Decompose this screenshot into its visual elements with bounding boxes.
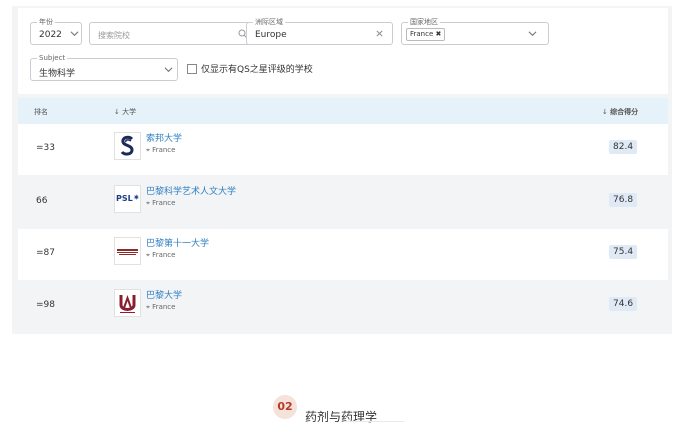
continent-value: Europe: [255, 30, 287, 40]
subject-value: 生物科学: [39, 69, 76, 79]
psl-logo: PSL ✷: [114, 185, 141, 213]
chevron-down-icon: [70, 29, 79, 41]
qs-stars-label: 仅显示有QS之星评级的学校: [201, 65, 313, 75]
paris-sud-logo: [114, 237, 141, 265]
country-chip[interactable]: France ✖: [406, 28, 446, 41]
psl-logo-text: PSL: [116, 194, 133, 203]
location: ⌖ France: [146, 146, 176, 154]
score-badge: 75.4: [609, 245, 638, 259]
star-icon: ✷: [133, 193, 140, 202]
score-badge: 82.4: [609, 140, 638, 154]
filter-bar: 年份 2022 搜索院校 洲际区域 Europe 国家地区 France ✖ S…: [18, 8, 668, 94]
rank-value: =98: [36, 300, 55, 310]
rank-column-header[interactable]: 排名: [34, 107, 48, 117]
section-underline: [344, 421, 404, 422]
university-column-header[interactable]: ↓ 大学: [114, 107, 136, 117]
table-row[interactable]: 66 PSL ✷ 巴黎科学艺术人文大学 ⌖ France 76.8: [18, 177, 668, 228]
rank-value: =33: [36, 143, 55, 153]
search-placeholder: 搜索院校: [98, 31, 130, 40]
continent-legend: 洲际区域: [253, 16, 285, 28]
section-number-badge: 02: [273, 395, 297, 419]
chip-remove-icon[interactable]: ✖: [436, 30, 442, 38]
score-badge: 76.8: [609, 193, 638, 207]
university-name-link[interactable]: 巴黎第十一大学: [146, 236, 209, 249]
qs-stars-checkbox[interactable]: [187, 64, 197, 74]
year-legend: 年份: [37, 16, 55, 28]
location: ⌖ France: [146, 251, 176, 259]
sorbonne-logo: [114, 132, 141, 160]
table-row[interactable]: =98 巴黎大学 ⌖ France 74.6: [18, 281, 668, 332]
table-row[interactable]: =87 巴黎第十一大学 ⌖ France 75.4: [18, 229, 668, 280]
university-search-input[interactable]: 搜索院校: [89, 22, 254, 45]
arrow-down-icon: ↓: [114, 108, 123, 116]
subject-select[interactable]: Subject 生物科学: [30, 52, 178, 81]
table-header: 排名 ↓ 大学 ↓ 综合得分: [18, 98, 668, 124]
location: ⌖ France: [146, 199, 176, 207]
chevron-down-icon: [528, 29, 537, 41]
location: ⌖ France: [146, 303, 176, 311]
arrow-down-icon: ↓: [602, 108, 611, 116]
country-select[interactable]: 国家地区 France ✖: [401, 16, 549, 45]
subject-legend: Subject: [37, 52, 68, 64]
section-title: 药剂与药理学: [305, 410, 378, 424]
rank-value: =87: [36, 248, 55, 258]
close-icon[interactable]: [375, 29, 384, 41]
continent-select[interactable]: 洲际区域 Europe: [246, 16, 393, 45]
rank-value: 66: [36, 196, 48, 206]
country-legend: 国家地区: [408, 16, 440, 28]
table-row[interactable]: =33 索邦大学 ⌖ France 82.4: [18, 124, 668, 175]
university-name-link[interactable]: 巴黎大学: [146, 288, 182, 301]
year-select[interactable]: 年份 2022: [30, 16, 82, 45]
university-name-link[interactable]: 索邦大学: [146, 131, 182, 144]
score-column-header[interactable]: ↓ 综合得分: [602, 107, 638, 117]
chevron-down-icon: [164, 65, 173, 77]
year-value: 2022: [39, 30, 62, 40]
country-chip-label: France: [410, 30, 434, 38]
university-name-link[interactable]: 巴黎科学艺术人文大学: [146, 184, 236, 197]
score-badge: 74.6: [609, 297, 638, 311]
universite-de-paris-logo: [114, 289, 141, 317]
